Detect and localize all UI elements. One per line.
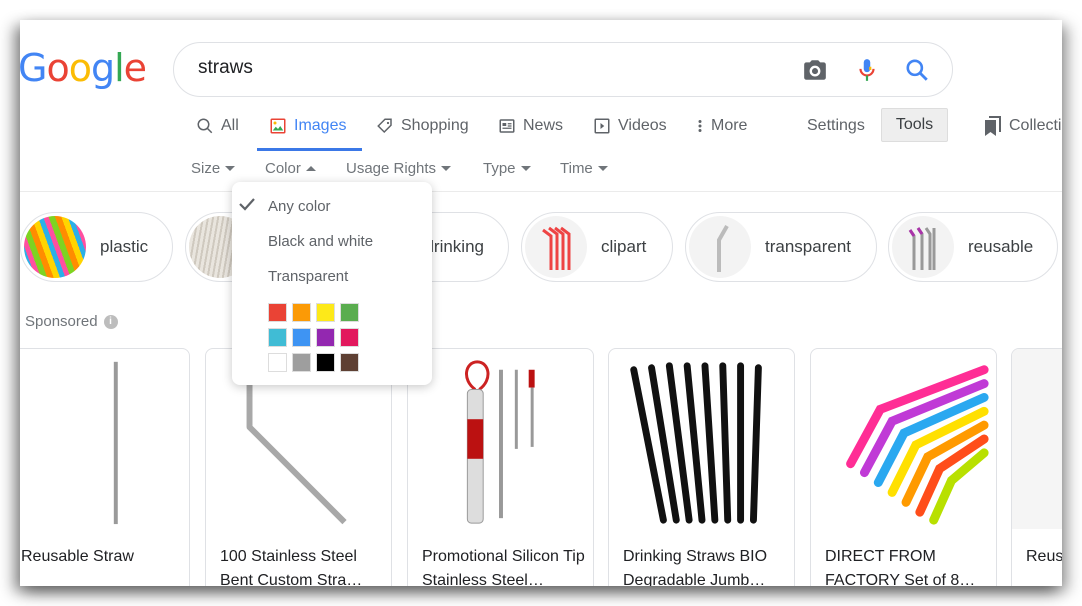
search-icon[interactable] <box>904 57 930 83</box>
color-swatch[interactable] <box>268 303 287 322</box>
product-title: Drinking Straws BIO Degradable Jumb… <box>623 548 768 586</box>
settings-link[interactable]: Settings <box>807 115 865 137</box>
caret-down-icon <box>597 166 608 171</box>
product-card[interactable]: Promotional Silicon Tip Stainless Steel… <box>407 348 594 586</box>
google-logo[interactable]: Google <box>20 46 147 90</box>
sponsored-text: Sponsored <box>25 313 98 330</box>
tab-shopping[interactable]: Shopping <box>376 115 469 137</box>
microphone-icon[interactable] <box>854 57 880 83</box>
search-box <box>173 42 953 97</box>
chip-reusable[interactable]: reusable <box>888 212 1058 282</box>
product-image <box>113 361 118 525</box>
search-input[interactable] <box>198 57 758 79</box>
product-title: Promotional Silicon Tip Stainless Steel… <box>422 548 585 586</box>
color-swatch[interactable] <box>316 303 335 322</box>
product-title: Reusable Steel… <box>1026 548 1062 565</box>
filter-time[interactable]: Time <box>560 160 608 177</box>
color-filter-menu: Any color Black and white Transparent <box>232 182 432 385</box>
checkmark-icon <box>239 198 255 211</box>
collections-link[interactable]: Collections <box>984 115 1062 137</box>
browser-viewport: Google All Images Shopping News Videos M… <box>20 20 1062 586</box>
filter-label: Color <box>265 160 301 177</box>
active-tab-indicator <box>257 148 362 151</box>
option-any-color[interactable]: Any color <box>268 198 331 215</box>
search-icon <box>197 118 213 134</box>
more-vert-icon <box>698 120 702 132</box>
color-swatch[interactable] <box>268 353 287 372</box>
tab-label: More <box>711 117 748 134</box>
product-card[interactable]: DIRECT FROM FACTORY Set of 8… <box>810 348 997 586</box>
chip-label: transparent <box>765 237 851 256</box>
info-icon[interactable]: i <box>103 314 118 329</box>
product-title: DIRECT FROM FACTORY Set of 8… <box>825 548 976 586</box>
color-swatch[interactable] <box>292 328 311 347</box>
product-title: Reusable Straw <box>21 548 134 565</box>
sponsored-label: Sponsored i <box>25 313 118 330</box>
color-swatch[interactable] <box>316 353 335 372</box>
tag-icon <box>377 118 392 134</box>
color-swatch[interactable] <box>316 328 335 347</box>
product-card[interactable]: Reusable Steel… <box>1011 348 1062 586</box>
tab-label: News <box>523 117 564 134</box>
tab-more[interactable]: More <box>696 115 747 137</box>
filter-usage-rights[interactable]: Usage Rights <box>346 160 452 177</box>
tab-label: Videos <box>618 117 667 134</box>
newspaper-icon <box>499 119 515 133</box>
color-swatches <box>268 303 359 372</box>
chip-transparent[interactable]: transparent <box>685 212 877 282</box>
color-swatch[interactable] <box>268 328 287 347</box>
collections-label: Collections <box>1009 117 1062 134</box>
product-image <box>846 365 989 525</box>
chip-thumbnail <box>689 216 751 278</box>
tab-news[interactable]: News <box>498 115 563 137</box>
tools-button[interactable]: Tools <box>881 108 948 142</box>
settings-label: Settings <box>807 117 865 134</box>
caret-up-icon <box>305 166 316 171</box>
caret-down-icon <box>225 166 236 171</box>
chip-label: plastic <box>100 237 149 256</box>
color-swatch[interactable] <box>340 328 359 347</box>
chip-thumbnail <box>525 216 587 278</box>
divider <box>20 191 1062 192</box>
chip-thumbnail <box>892 216 954 278</box>
product-card[interactable]: Drinking Straws BIO Degradable Jumb… <box>608 348 795 586</box>
tab-all[interactable]: All <box>196 115 239 137</box>
caret-down-icon <box>441 166 452 171</box>
image-icon <box>270 118 286 134</box>
filter-label: Time <box>560 160 593 177</box>
chip-thumbnail <box>24 216 86 278</box>
product-image <box>1012 349 1062 529</box>
filter-label: Usage Rights <box>346 160 437 177</box>
filter-label: Size <box>191 160 221 177</box>
tab-label: All <box>221 117 239 134</box>
chip-label: reusable <box>968 237 1034 256</box>
option-black-and-white[interactable]: Black and white <box>268 233 373 250</box>
product-title: 100 Stainless Steel Bent Custom Stra… <box>220 548 363 586</box>
tab-videos[interactable]: Videos <box>593 115 667 137</box>
product-card[interactable]: Reusable Straw <box>20 348 190 586</box>
filter-label: Type <box>483 160 516 177</box>
product-image <box>630 362 762 524</box>
color-swatch[interactable] <box>340 353 359 372</box>
color-swatch[interactable] <box>292 353 311 372</box>
caret-down-icon <box>520 166 531 171</box>
chip-plastic[interactable]: plastic <box>20 212 173 282</box>
filter-size[interactable]: Size <box>191 160 236 177</box>
tab-label: Shopping <box>401 117 469 134</box>
product-image <box>465 360 535 524</box>
chip-label: drinking <box>424 237 484 256</box>
tab-label: Images <box>294 117 347 134</box>
filter-color[interactable]: Color <box>265 160 316 177</box>
color-swatch[interactable] <box>340 303 359 322</box>
bookmark-icon <box>985 116 1001 136</box>
option-transparent[interactable]: Transparent <box>268 268 348 285</box>
color-swatch[interactable] <box>292 303 311 322</box>
chip-label: clipart <box>601 237 647 256</box>
chip-clipart[interactable]: clipart <box>521 212 673 282</box>
play-icon <box>594 118 610 134</box>
camera-icon[interactable] <box>802 57 828 83</box>
filter-type[interactable]: Type <box>483 160 531 177</box>
tab-images[interactable]: Images <box>269 115 346 137</box>
